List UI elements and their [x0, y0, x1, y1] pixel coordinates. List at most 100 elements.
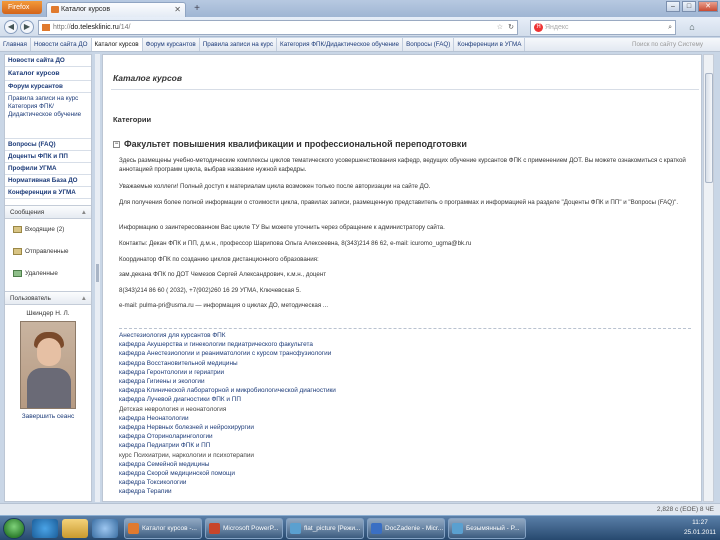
task-firefox[interactable]: Каталог курсов -...: [124, 518, 202, 539]
browser-tab[interactable]: Каталог курсов ✕: [46, 2, 186, 17]
messages-deleted[interactable]: Удаленные: [5, 263, 91, 285]
firefox-icon: [128, 523, 139, 534]
course-link[interactable]: кафедра Восстановительной медицины: [119, 359, 336, 368]
task-label: flat_picture [Режи...: [304, 525, 361, 532]
course-link[interactable]: кафедра Токсикологии: [119, 478, 336, 487]
tab-bar: Firefox Каталог курсов ✕ + – □ ✕: [0, 0, 720, 17]
site-nav-item-conferences[interactable]: Конференции в УГМА: [454, 38, 526, 51]
course-link[interactable]: кафедра Терапии: [119, 487, 336, 496]
minimize-button[interactable]: –: [666, 1, 680, 12]
course-link[interactable]: Детская неврология и неонатология: [119, 405, 336, 414]
ie-icon[interactable]: [32, 519, 58, 538]
back-arrow-icon[interactable]: ◀: [4, 20, 18, 34]
start-button[interactable]: [3, 518, 25, 539]
sidebar-item-profiles[interactable]: Профили УГМА: [5, 163, 91, 175]
forward-arrow-icon[interactable]: ▶: [20, 20, 34, 34]
close-tab-icon[interactable]: ✕: [174, 3, 181, 16]
coordinator-label: Координатор ФПК по созданию циклов диста…: [119, 256, 319, 263]
course-link[interactable]: кафедра Анестезиологии и реаниматологии …: [119, 349, 336, 358]
address-bar[interactable]: http://do.telesklinic.ru/14/ ☆ ↻: [38, 20, 518, 35]
task-word[interactable]: DocZadenie - Micr...: [367, 518, 445, 539]
pricing-note: Для получения более полной информации о …: [119, 199, 679, 206]
scrollbar-thumb[interactable]: [705, 73, 713, 183]
powerpoint-icon: [209, 523, 220, 534]
sidebar-item-faq[interactable]: Вопросы (FAQ): [5, 139, 91, 151]
title-divider: [111, 89, 699, 90]
search-icon[interactable]: ⌕: [668, 21, 672, 34]
user-header[interactable]: Пользователь ▲: [5, 291, 91, 305]
maximize-button[interactable]: □: [682, 1, 696, 12]
url-prefix: http://: [53, 24, 71, 31]
sidebar-item-news[interactable]: Новости сайта ДО: [5, 55, 91, 67]
course-link[interactable]: кафедра Скорой медицинской помощи: [119, 469, 336, 478]
messages-deleted-label: Удаленные: [25, 270, 58, 277]
site-nav-item-faq[interactable]: Вопросы (FAQ): [403, 38, 455, 51]
course-links-list: Анестезиология для курсантов ФПК кафедра…: [119, 331, 336, 497]
site-nav: Главная Новости сайта ДО Каталог курсов Фор…: [0, 38, 720, 52]
splitter-grip: [96, 264, 99, 282]
paint-icon: [452, 523, 463, 534]
home-icon[interactable]: ⌂: [684, 20, 700, 34]
expand-icon[interactable]: −: [113, 141, 120, 149]
word-icon: [371, 523, 382, 534]
faculty-heading[interactable]: − Факультет повышения квалификации и проф…: [113, 139, 467, 149]
task-powerpoint[interactable]: Microsoft PowerP...: [205, 518, 283, 539]
vertical-scrollbar[interactable]: [703, 54, 714, 502]
sidebar-item-forum[interactable]: Форум курсантов: [5, 81, 91, 93]
taskbar: Каталог курсов -... Microsoft PowerP... …: [0, 515, 720, 540]
task-paint[interactable]: flat_picture [Режи...: [286, 518, 364, 539]
clock-date: 25.01.2011: [683, 529, 716, 536]
site-nav-item-catalog[interactable]: Каталог курсов: [91, 38, 143, 51]
panel-splitter[interactable]: [95, 54, 100, 502]
course-link[interactable]: кафедра Гигиены и экологии: [119, 377, 336, 386]
messages-header-label: Сообщения: [10, 209, 45, 216]
site-nav-item-news[interactable]: Новости сайта ДО: [31, 38, 92, 51]
course-link[interactable]: кафедра Акушерства и гинекологии педиатр…: [119, 340, 336, 349]
course-link[interactable]: кафедра Оториноларингологии: [119, 432, 336, 441]
categories-heading: Категории: [113, 115, 152, 124]
new-tab-button[interactable]: +: [190, 3, 204, 16]
folder-icon[interactable]: [62, 519, 88, 538]
media-player-icon[interactable]: [92, 519, 118, 538]
collapse-icon[interactable]: ▲: [81, 206, 87, 220]
course-link[interactable]: курс Психиатрии, наркологии и психотерап…: [119, 451, 336, 460]
reload-icon[interactable]: ↻: [508, 21, 514, 34]
bookmark-star-icon[interactable]: ☆: [497, 21, 503, 34]
sidebar-item-conferences[interactable]: Конференции в УГМА: [5, 187, 91, 199]
task-label: Microsoft PowerP...: [223, 525, 279, 532]
sidebar-item-rules[interactable]: Правила записи на курс Категория ФПК/Дид…: [5, 93, 91, 139]
search-box[interactable]: Я Яндекс ⌕: [530, 20, 676, 35]
course-link[interactable]: кафедра Клинической лабораторной и микро…: [119, 386, 336, 395]
messages-inbox[interactable]: Входящие (2): [5, 219, 91, 241]
coordinator-name: зам.декана ФПК по ДОТ Чемезов Сергей Але…: [119, 271, 327, 278]
course-link[interactable]: кафедра Семейной медицины: [119, 460, 336, 469]
system-clock[interactable]: 11:27 25.01.2011: [684, 518, 716, 538]
search-placeholder: Яндекс: [545, 24, 569, 31]
messages-header[interactable]: Сообщения ▲: [5, 205, 91, 219]
sidebar-item-catalog[interactable]: Каталог курсов: [5, 67, 91, 81]
firefox-menu-button[interactable]: Firefox: [2, 1, 42, 14]
messages-sent[interactable]: Отправленные: [5, 241, 91, 263]
close-window-button[interactable]: ✕: [698, 1, 718, 12]
task-paint-2[interactable]: Безымянный - P...: [448, 518, 526, 539]
tab-title: Каталог курсов: [61, 6, 111, 13]
access-note: Уважаемые коллеги! Полный доступ к матер…: [119, 183, 431, 190]
site-nav-item-home[interactable]: Главная: [0, 38, 31, 51]
course-link[interactable]: кафедра Лучевой диагностики ФПК и ПП: [119, 395, 336, 404]
course-link[interactable]: кафедра Педиатрии ФПК и ПП: [119, 441, 336, 450]
site-nav-item-forum[interactable]: Форум курсантов: [143, 38, 200, 51]
sidebar-item-normative[interactable]: Нормативная База ДО: [5, 175, 91, 187]
site-search-link[interactable]: Поиск по сайту Систему: [629, 38, 706, 51]
site-nav-item-rules[interactable]: Правила записи на курс: [200, 38, 278, 51]
contacts-dean: Контакты: Декан ФПК и ПП, д.м.н., профес…: [119, 240, 472, 247]
course-link[interactable]: кафедра Неонатологии: [119, 414, 336, 423]
logout-link[interactable]: Завершить сеанс: [5, 413, 91, 420]
user-header-label: Пользователь: [10, 295, 51, 302]
collapse-icon[interactable]: ▲: [81, 292, 87, 306]
site-nav-item-category[interactable]: Категория ФПК/Дидактическое обучение: [277, 38, 404, 51]
sidebar-item-docents[interactable]: Доценты ФПК и ПП: [5, 151, 91, 163]
avatar-face: [37, 338, 61, 366]
course-link[interactable]: кафедра Геронтологии и гериатрии: [119, 368, 336, 377]
course-link[interactable]: кафедра Нервных болезней и нейрохирургии: [119, 423, 336, 432]
course-link[interactable]: Анестезиология для курсантов ФПК: [119, 331, 336, 340]
